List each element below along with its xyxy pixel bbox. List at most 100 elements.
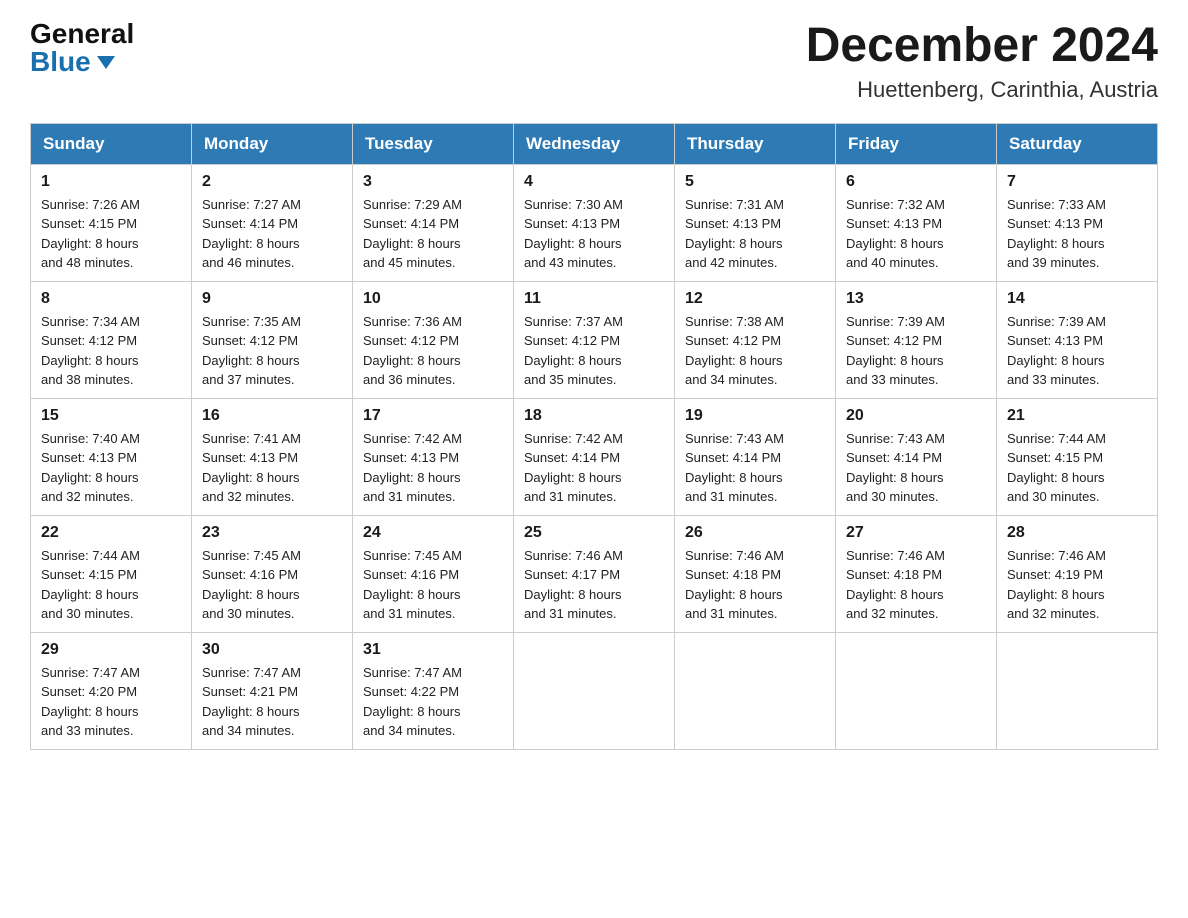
table-row: 19 Sunrise: 7:43 AM Sunset: 4:14 PM Dayl… (675, 398, 836, 515)
day-number: 29 (41, 641, 181, 659)
month-title: December 2024 (806, 20, 1158, 73)
day-number: 13 (846, 290, 986, 308)
week-row-4: 22 Sunrise: 7:44 AM Sunset: 4:15 PM Dayl… (31, 515, 1158, 632)
day-number: 3 (363, 173, 503, 191)
day-number: 18 (524, 407, 664, 425)
table-row: 9 Sunrise: 7:35 AM Sunset: 4:12 PM Dayli… (192, 281, 353, 398)
table-row: 11 Sunrise: 7:37 AM Sunset: 4:12 PM Dayl… (514, 281, 675, 398)
logo-triangle-icon (97, 56, 115, 69)
day-number: 4 (524, 173, 664, 191)
table-row: 17 Sunrise: 7:42 AM Sunset: 4:13 PM Dayl… (353, 398, 514, 515)
day-number: 7 (1007, 173, 1147, 191)
day-info: Sunrise: 7:38 AM Sunset: 4:12 PM Dayligh… (685, 312, 825, 390)
table-row: 4 Sunrise: 7:30 AM Sunset: 4:13 PM Dayli… (514, 164, 675, 281)
table-row: 22 Sunrise: 7:44 AM Sunset: 4:15 PM Dayl… (31, 515, 192, 632)
table-row: 18 Sunrise: 7:42 AM Sunset: 4:14 PM Dayl… (514, 398, 675, 515)
calendar-header-row: Sunday Monday Tuesday Wednesday Thursday… (31, 123, 1158, 164)
day-number: 19 (685, 407, 825, 425)
day-number: 14 (1007, 290, 1147, 308)
day-info: Sunrise: 7:32 AM Sunset: 4:13 PM Dayligh… (846, 195, 986, 273)
day-info: Sunrise: 7:35 AM Sunset: 4:12 PM Dayligh… (202, 312, 342, 390)
table-row: 20 Sunrise: 7:43 AM Sunset: 4:14 PM Dayl… (836, 398, 997, 515)
day-info: Sunrise: 7:43 AM Sunset: 4:14 PM Dayligh… (685, 429, 825, 507)
table-row: 27 Sunrise: 7:46 AM Sunset: 4:18 PM Dayl… (836, 515, 997, 632)
table-row: 8 Sunrise: 7:34 AM Sunset: 4:12 PM Dayli… (31, 281, 192, 398)
title-block: December 2024 Huettenberg, Carinthia, Au… (806, 20, 1158, 103)
table-row (675, 632, 836, 749)
col-thursday: Thursday (675, 123, 836, 164)
table-row (997, 632, 1158, 749)
col-tuesday: Tuesday (353, 123, 514, 164)
day-info: Sunrise: 7:45 AM Sunset: 4:16 PM Dayligh… (202, 546, 342, 624)
day-number: 17 (363, 407, 503, 425)
day-info: Sunrise: 7:46 AM Sunset: 4:19 PM Dayligh… (1007, 546, 1147, 624)
location: Huettenberg, Carinthia, Austria (806, 77, 1158, 103)
table-row (514, 632, 675, 749)
day-number: 11 (524, 290, 664, 308)
table-row: 2 Sunrise: 7:27 AM Sunset: 4:14 PM Dayli… (192, 164, 353, 281)
day-info: Sunrise: 7:47 AM Sunset: 4:20 PM Dayligh… (41, 663, 181, 741)
day-info: Sunrise: 7:39 AM Sunset: 4:12 PM Dayligh… (846, 312, 986, 390)
week-row-2: 8 Sunrise: 7:34 AM Sunset: 4:12 PM Dayli… (31, 281, 1158, 398)
day-info: Sunrise: 7:27 AM Sunset: 4:14 PM Dayligh… (202, 195, 342, 273)
day-info: Sunrise: 7:47 AM Sunset: 4:21 PM Dayligh… (202, 663, 342, 741)
day-number: 30 (202, 641, 342, 659)
day-number: 8 (41, 290, 181, 308)
table-row: 1 Sunrise: 7:26 AM Sunset: 4:15 PM Dayli… (31, 164, 192, 281)
table-row: 16 Sunrise: 7:41 AM Sunset: 4:13 PM Dayl… (192, 398, 353, 515)
day-number: 20 (846, 407, 986, 425)
logo-line1: General (30, 20, 134, 48)
day-info: Sunrise: 7:36 AM Sunset: 4:12 PM Dayligh… (363, 312, 503, 390)
col-monday: Monday (192, 123, 353, 164)
table-row: 24 Sunrise: 7:45 AM Sunset: 4:16 PM Dayl… (353, 515, 514, 632)
table-row: 3 Sunrise: 7:29 AM Sunset: 4:14 PM Dayli… (353, 164, 514, 281)
day-number: 21 (1007, 407, 1147, 425)
day-info: Sunrise: 7:41 AM Sunset: 4:13 PM Dayligh… (202, 429, 342, 507)
day-number: 15 (41, 407, 181, 425)
day-number: 16 (202, 407, 342, 425)
table-row: 31 Sunrise: 7:47 AM Sunset: 4:22 PM Dayl… (353, 632, 514, 749)
day-info: Sunrise: 7:42 AM Sunset: 4:14 PM Dayligh… (524, 429, 664, 507)
day-info: Sunrise: 7:43 AM Sunset: 4:14 PM Dayligh… (846, 429, 986, 507)
day-info: Sunrise: 7:44 AM Sunset: 4:15 PM Dayligh… (1007, 429, 1147, 507)
day-info: Sunrise: 7:33 AM Sunset: 4:13 PM Dayligh… (1007, 195, 1147, 273)
table-row: 7 Sunrise: 7:33 AM Sunset: 4:13 PM Dayli… (997, 164, 1158, 281)
logo-line2: Blue (30, 48, 115, 76)
table-row: 23 Sunrise: 7:45 AM Sunset: 4:16 PM Dayl… (192, 515, 353, 632)
day-info: Sunrise: 7:45 AM Sunset: 4:16 PM Dayligh… (363, 546, 503, 624)
page-header: General Blue December 2024 Huettenberg, … (30, 20, 1158, 103)
week-row-1: 1 Sunrise: 7:26 AM Sunset: 4:15 PM Dayli… (31, 164, 1158, 281)
day-info: Sunrise: 7:26 AM Sunset: 4:15 PM Dayligh… (41, 195, 181, 273)
day-info: Sunrise: 7:30 AM Sunset: 4:13 PM Dayligh… (524, 195, 664, 273)
day-number: 23 (202, 524, 342, 542)
day-info: Sunrise: 7:29 AM Sunset: 4:14 PM Dayligh… (363, 195, 503, 273)
table-row: 14 Sunrise: 7:39 AM Sunset: 4:13 PM Dayl… (997, 281, 1158, 398)
day-number: 26 (685, 524, 825, 542)
table-row: 10 Sunrise: 7:36 AM Sunset: 4:12 PM Dayl… (353, 281, 514, 398)
day-number: 5 (685, 173, 825, 191)
day-number: 9 (202, 290, 342, 308)
logo: General Blue (30, 20, 134, 76)
day-number: 27 (846, 524, 986, 542)
day-number: 25 (524, 524, 664, 542)
col-sunday: Sunday (31, 123, 192, 164)
table-row: 12 Sunrise: 7:38 AM Sunset: 4:12 PM Dayl… (675, 281, 836, 398)
day-info: Sunrise: 7:46 AM Sunset: 4:17 PM Dayligh… (524, 546, 664, 624)
table-row (836, 632, 997, 749)
table-row: 25 Sunrise: 7:46 AM Sunset: 4:17 PM Dayl… (514, 515, 675, 632)
table-row: 21 Sunrise: 7:44 AM Sunset: 4:15 PM Dayl… (997, 398, 1158, 515)
day-info: Sunrise: 7:44 AM Sunset: 4:15 PM Dayligh… (41, 546, 181, 624)
col-saturday: Saturday (997, 123, 1158, 164)
day-info: Sunrise: 7:47 AM Sunset: 4:22 PM Dayligh… (363, 663, 503, 741)
day-info: Sunrise: 7:46 AM Sunset: 4:18 PM Dayligh… (685, 546, 825, 624)
table-row: 15 Sunrise: 7:40 AM Sunset: 4:13 PM Dayl… (31, 398, 192, 515)
table-row: 26 Sunrise: 7:46 AM Sunset: 4:18 PM Dayl… (675, 515, 836, 632)
day-number: 12 (685, 290, 825, 308)
day-number: 28 (1007, 524, 1147, 542)
day-info: Sunrise: 7:31 AM Sunset: 4:13 PM Dayligh… (685, 195, 825, 273)
table-row: 28 Sunrise: 7:46 AM Sunset: 4:19 PM Dayl… (997, 515, 1158, 632)
day-number: 6 (846, 173, 986, 191)
table-row: 30 Sunrise: 7:47 AM Sunset: 4:21 PM Dayl… (192, 632, 353, 749)
day-info: Sunrise: 7:46 AM Sunset: 4:18 PM Dayligh… (846, 546, 986, 624)
day-number: 10 (363, 290, 503, 308)
